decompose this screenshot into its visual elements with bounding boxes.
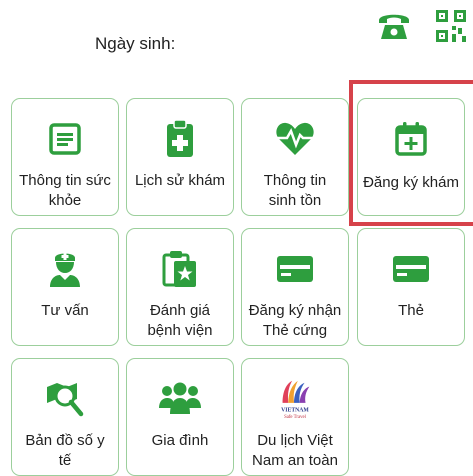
tile-label: Bản đồ số y tế [25, 432, 105, 469]
doctor-icon [43, 247, 87, 291]
medical-clipboard-icon [158, 117, 202, 161]
tile-label: Thông tin sức khỏe [19, 172, 111, 209]
heart-pulse-icon [273, 117, 317, 161]
highlight-box [349, 80, 473, 226]
svg-text:Safe Travel: Safe Travel [284, 415, 307, 420]
tile-exam-history[interactable]: Lịch sử khám [126, 98, 234, 216]
tile-vietnam-safe-travel[interactable]: VIETNAM Safe Travel Du lịch Việt Nam an … [241, 358, 349, 476]
tile-label: Gia đình [151, 432, 209, 449]
card-icon [389, 247, 433, 291]
tile-card[interactable]: Thẻ [357, 228, 465, 346]
vietnam-travel-logo: VIETNAM Safe Travel [273, 377, 317, 421]
family-icon [158, 377, 202, 421]
tile-health-map[interactable]: Bản đồ số y tế [11, 358, 119, 476]
tile-family[interactable]: Gia đình [126, 358, 234, 476]
tile-vital-signs[interactable]: Thông tin sinh tồn [241, 98, 349, 216]
tile-label: Tư vấn [41, 302, 89, 319]
tile-label: Du lịch Việt Nam an toàn [252, 432, 338, 469]
tile-label: Thông tin sinh tồn [263, 172, 327, 209]
tile-hard-card-registration[interactable]: Đăng ký nhận Thẻ cứng [241, 228, 349, 346]
tile-hospital-rating[interactable]: Đánh giá bệnh viện [126, 228, 234, 346]
tile-label: Lịch sử khám [134, 172, 226, 189]
phone-icon[interactable] [376, 8, 412, 49]
map-search-icon [43, 377, 87, 421]
tile-consultation[interactable]: Tư vấn [11, 228, 119, 346]
tile-label: Thẻ [398, 302, 424, 319]
svg-text:VIETNAM: VIETNAM [281, 407, 309, 413]
card-icon [273, 247, 317, 291]
rating-clipboard-icon [158, 247, 202, 291]
tile-label: Đăng ký nhận Thẻ cứng [248, 302, 342, 339]
tile-label: Đánh giá bệnh viện [147, 302, 213, 339]
tile-health-info[interactable]: Thông tin sức khỏe [11, 98, 119, 216]
health-record-icon [43, 117, 87, 161]
date-of-birth-label: Ngày sinh: [95, 34, 176, 53]
qr-code-icon[interactable] [434, 8, 468, 49]
